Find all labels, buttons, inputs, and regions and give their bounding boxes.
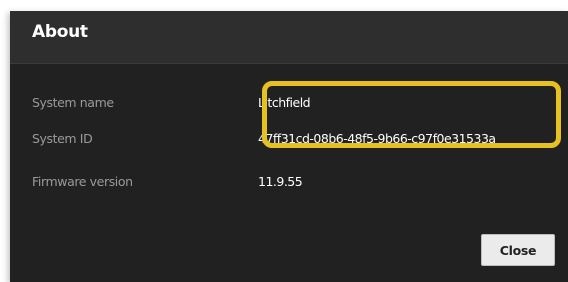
system-id-value: 47ff31cd-08b6-48f5-9b66-c97f0e31533a: [258, 131, 496, 146]
close-button[interactable]: Close: [481, 234, 555, 266]
system-id-label: System ID: [32, 131, 93, 146]
system-name-label: System name: [32, 95, 114, 110]
system-name-value: Litchfield: [258, 95, 311, 110]
about-dialog: About System name Litchfield System ID 4…: [10, 11, 568, 282]
firmware-version-label: Firmware version: [32, 174, 133, 189]
firmware-version-value: 11.9.55: [258, 174, 303, 189]
field-row-firmware-version: Firmware version 11.9.55: [10, 174, 568, 194]
field-row-system-name: System name Litchfield: [10, 95, 568, 115]
dialog-header: About: [10, 11, 568, 64]
field-row-system-id: System ID 47ff31cd-08b6-48f5-9b66-c97f0e…: [10, 131, 568, 151]
dialog-title: About: [32, 22, 88, 42]
